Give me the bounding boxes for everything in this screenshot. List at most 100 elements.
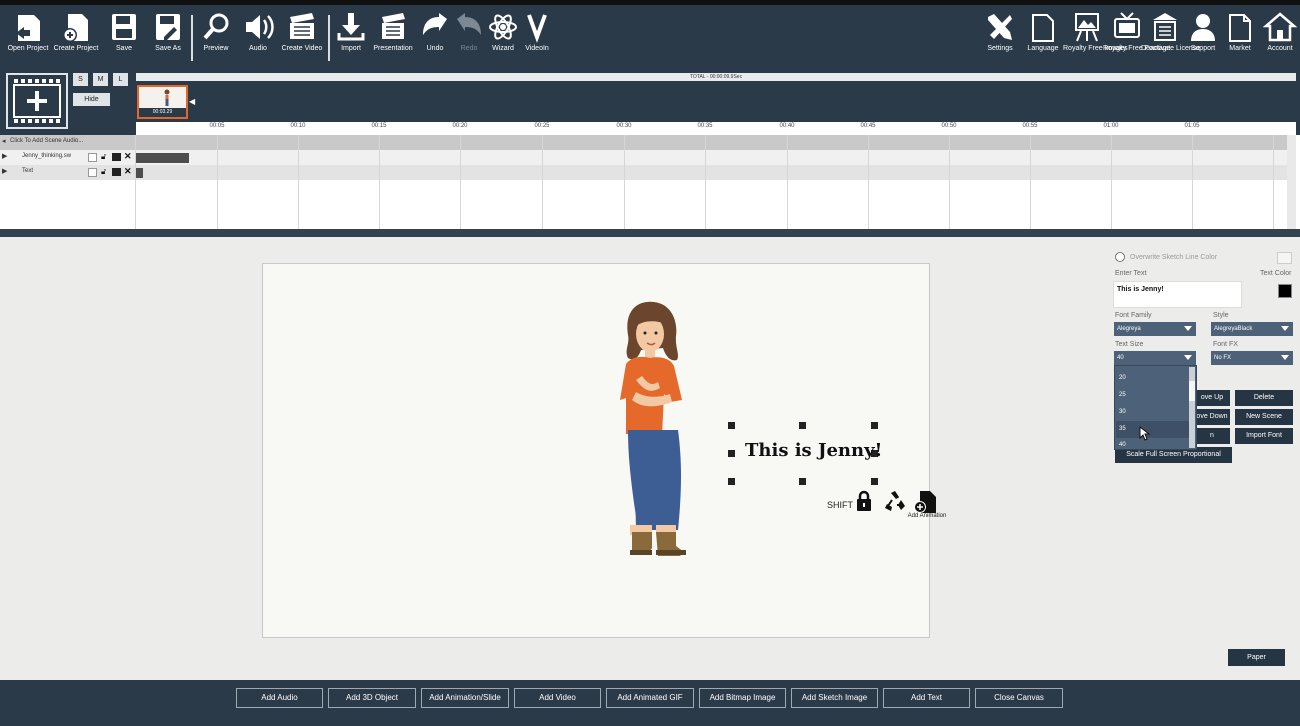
- scene-collapse-arrow[interactable]: ◀: [189, 97, 195, 106]
- track-row[interactable]: ▶ Text 🔓︎ ✕: [0, 165, 1296, 180]
- audio-track-icon: ◂: [2, 138, 6, 145]
- timeline-scrollbar[interactable]: [1287, 135, 1296, 229]
- delete-button[interactable]: Delete: [1235, 390, 1293, 406]
- scene-thumbnail[interactable]: 00:03.29: [137, 85, 188, 119]
- grid-line: [217, 135, 218, 229]
- size-option[interactable]: 30: [1119, 409, 1126, 415]
- close-canvas-button[interactable]: Close Canvas: [975, 688, 1063, 708]
- add-bitmap-image-button[interactable]: Add Bitmap Image: [699, 688, 786, 708]
- text-input[interactable]: This is Jenny!: [1113, 281, 1242, 308]
- expand-triangle-icon[interactable]: ▶: [2, 152, 7, 160]
- ruler-tick: 00:25: [534, 123, 550, 129]
- track-visibility-box[interactable]: [88, 168, 97, 177]
- track-row[interactable]: ▶ Jenny_thinking.sw 🔓︎ ✕: [0, 150, 1296, 165]
- resize-handle[interactable]: [728, 450, 735, 457]
- size-option[interactable]: 40: [1119, 442, 1126, 448]
- font-fx-select[interactable]: No FX: [1211, 351, 1293, 365]
- resize-handle[interactable]: [728, 478, 735, 485]
- presentation-button[interactable]: Presentation: [369, 11, 417, 67]
- size-option[interactable]: 20: [1119, 375, 1126, 381]
- layer-icon[interactable]: [112, 168, 121, 176]
- scrollbar-thumb[interactable]: [1189, 381, 1195, 401]
- size-option[interactable]: 25: [1119, 392, 1126, 398]
- add-text-button[interactable]: Add Text: [883, 688, 970, 708]
- language-button[interactable]: Language: [1019, 11, 1067, 67]
- create-project-button[interactable]: Create Project: [52, 11, 100, 67]
- ruler-tick: 00:20: [452, 123, 468, 129]
- dropdown-scrollbar[interactable]: [1189, 367, 1195, 448]
- add-animation-icon[interactable]: [912, 490, 938, 514]
- add-3d-object-button[interactable]: Add 3D Object: [328, 688, 416, 708]
- lock-icon[interactable]: [856, 490, 872, 512]
- new-scene-button[interactable]: New Scene: [1235, 409, 1293, 425]
- ruler-tick: 00:45: [860, 123, 876, 129]
- add-sketch-image-button[interactable]: Add Sketch Image: [791, 688, 878, 708]
- track-clip-bar[interactable]: [136, 153, 189, 163]
- hide-button[interactable]: Hide: [73, 93, 110, 106]
- recycle-icon[interactable]: [883, 490, 907, 512]
- overwrite-color-checkbox[interactable]: [1115, 252, 1125, 262]
- audio-button[interactable]: Audio: [234, 11, 282, 67]
- overwrite-label: Overwrite Sketch Line Color: [1130, 254, 1218, 261]
- add-video-button[interactable]: Add Video: [514, 688, 601, 708]
- preview-button[interactable]: Preview: [192, 11, 240, 67]
- track-clip-bar[interactable]: [136, 168, 143, 178]
- grid-line: [787, 135, 788, 229]
- grid-line: [1111, 135, 1112, 229]
- open-project-button[interactable]: Open Project: [4, 11, 52, 67]
- size-medium-button[interactable]: M: [93, 73, 108, 86]
- unlock-icon[interactable]: 🔓︎: [101, 152, 106, 162]
- add-animated-gif-button[interactable]: Add Animated GIF: [606, 688, 694, 708]
- create-video-button[interactable]: Create Video: [278, 11, 326, 67]
- text-size-label: Text Size: [1115, 341, 1144, 348]
- resize-handle[interactable]: [871, 478, 878, 485]
- videoin-button[interactable]: VideoIn: [513, 11, 561, 67]
- save-icon: [112, 14, 136, 40]
- size-small-button[interactable]: S: [73, 73, 88, 86]
- text-color-swatch[interactable]: [1278, 284, 1292, 298]
- track-name: Jenny_thinking.sw: [22, 153, 72, 159]
- size-option[interactable]: 35: [1119, 426, 1126, 432]
- style-select[interactable]: AlegreyaBlack: [1211, 322, 1293, 336]
- save-button[interactable]: Save: [100, 11, 148, 67]
- character-jenny[interactable]: [610, 300, 700, 605]
- sketch-color-swatch[interactable]: [1277, 252, 1292, 264]
- delete-track-icon[interactable]: ✕: [124, 166, 132, 177]
- import-font-button[interactable]: Import Font: [1235, 428, 1293, 444]
- import-icon: [337, 13, 365, 41]
- total-duration-bar: TOTAL - 00:00:09.9Sec: [136, 73, 1296, 81]
- bottom-toolbar: Add Audio Add 3D Object Add Animation/Sl…: [0, 680, 1300, 726]
- resize-handle[interactable]: [871, 422, 878, 429]
- size-large-button[interactable]: L: [113, 73, 128, 86]
- account-button[interactable]: Account: [1256, 11, 1300, 67]
- add-animation-slide-button[interactable]: Add Animation/Slide: [421, 688, 509, 708]
- text-size-dropdown[interactable]: 20 25 30 35 40: [1114, 365, 1197, 450]
- unlock-icon[interactable]: 🔓︎: [101, 167, 106, 177]
- settings-button[interactable]: Settings: [976, 11, 1024, 67]
- chevron-down-icon: [1281, 355, 1289, 360]
- scene-duration: 00:03.29: [139, 108, 186, 117]
- import-button[interactable]: Import: [327, 11, 375, 67]
- resize-handle[interactable]: [728, 422, 735, 429]
- move-up-button[interactable]: ove Up: [1194, 390, 1230, 406]
- add-scene-icon: [13, 79, 61, 123]
- save-as-button[interactable]: Save As: [144, 11, 192, 67]
- add-scene-button[interactable]: [6, 73, 68, 129]
- resize-handle[interactable]: [799, 478, 806, 485]
- style-value: AlegreyaBlack: [1214, 326, 1253, 332]
- delete-track-icon[interactable]: ✕: [124, 151, 132, 162]
- resize-handle[interactable]: [799, 422, 806, 429]
- hidden-button[interactable]: n: [1194, 428, 1230, 444]
- expand-triangle-icon[interactable]: ▶: [2, 167, 7, 175]
- font-family-select[interactable]: Alegreya: [1114, 322, 1196, 336]
- canvas-text-object[interactable]: This is Jenny!: [745, 440, 882, 461]
- text-size-select[interactable]: 40: [1114, 351, 1196, 365]
- add-audio-button[interactable]: Add Audio: [236, 688, 323, 708]
- track-name: Click To Add Scene Audio...: [10, 138, 84, 144]
- track-visibility-box[interactable]: [88, 153, 97, 162]
- grid-line: [624, 135, 625, 229]
- paper-button[interactable]: Paper: [1228, 649, 1285, 666]
- layer-icon[interactable]: [112, 153, 121, 161]
- scene-audio-track[interactable]: ◂ Click To Add Scene Audio...: [0, 135, 1296, 150]
- move-down-button[interactable]: ove Down: [1194, 409, 1230, 425]
